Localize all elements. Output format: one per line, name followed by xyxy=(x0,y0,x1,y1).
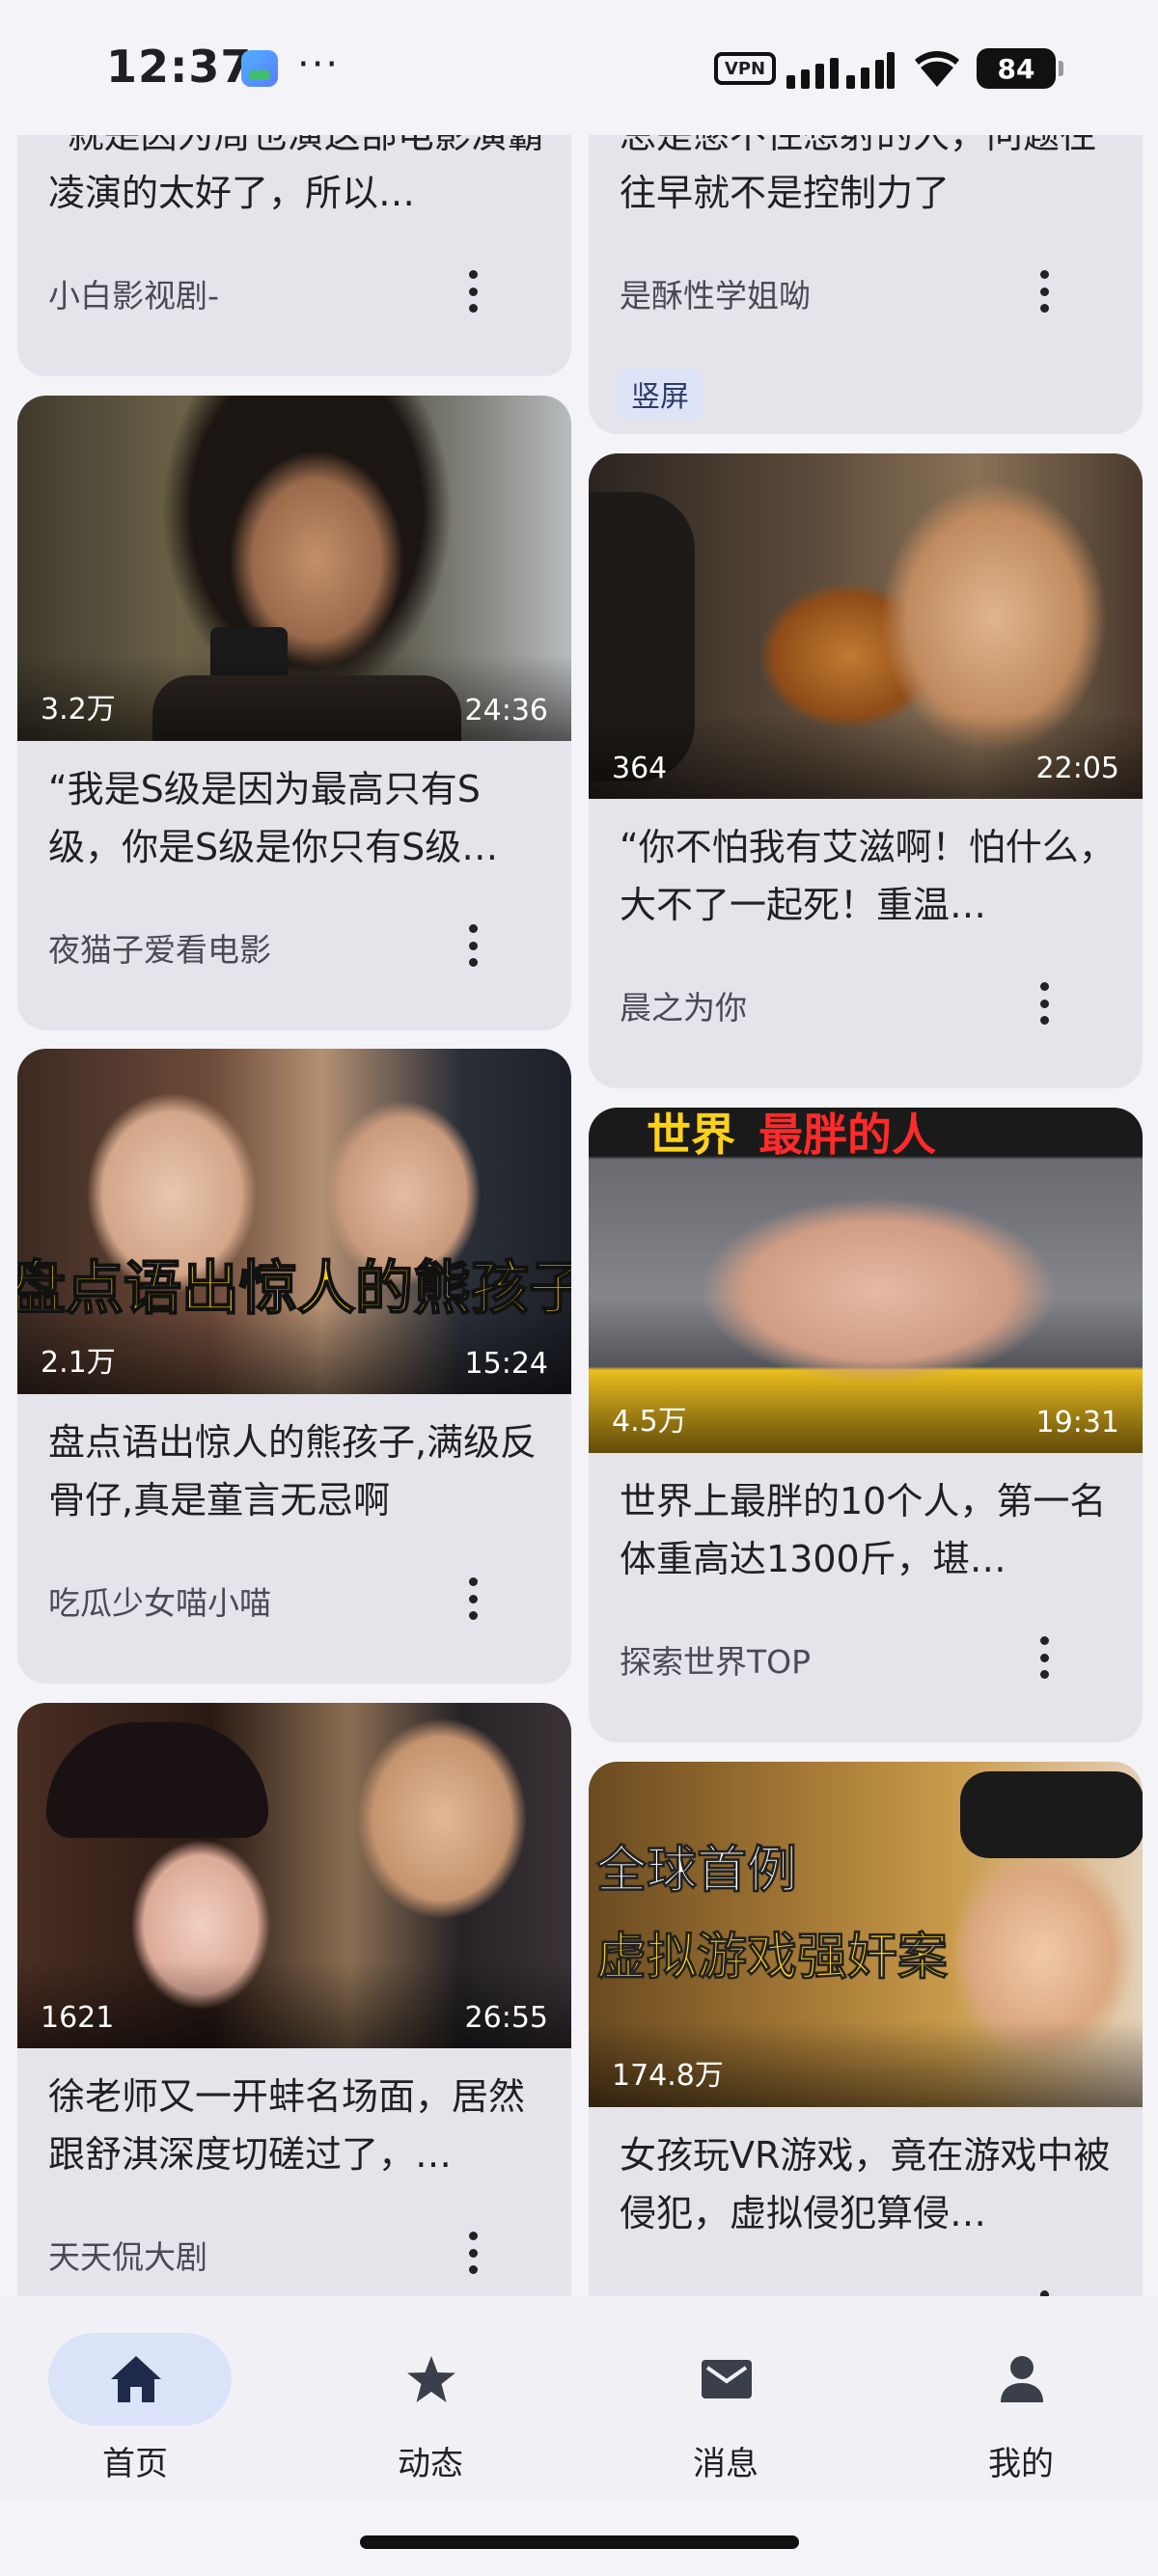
video-author[interactable]: 晨之为你 xyxy=(620,982,747,1028)
nav-label: 消息 xyxy=(693,2445,758,2483)
more-options-icon[interactable] xyxy=(461,1574,484,1624)
video-card[interactable]: 世界 最胖的人 4.5万 19:31 世界上最胖的10个人，第一名体重高达1300… xyxy=(589,1108,1143,1742)
view-count: 2.1万 xyxy=(41,1346,116,1380)
more-options-icon[interactable] xyxy=(461,266,484,316)
thumbnail-shape xyxy=(152,675,461,741)
home-icon xyxy=(111,2356,161,2402)
nav-item-messages[interactable]: 消息 xyxy=(620,2333,832,2483)
vertical-screen-tag: 竖屏 xyxy=(618,369,703,419)
more-options-icon[interactable] xyxy=(1033,978,1056,1028)
thumbnail-caption: 全球首例 xyxy=(595,1842,798,1901)
more-notifications-icon: ··· xyxy=(297,42,341,87)
home-indicator[interactable] xyxy=(360,2535,799,2549)
nav-label: 首页 xyxy=(102,2445,168,2483)
more-options-icon[interactable] xyxy=(1033,1632,1056,1683)
video-card[interactable]: 1621 26:55 徐老师又一开蚌名场面，居然跟舒淇深度切磋过了，… 天天侃大… xyxy=(17,1703,571,2296)
vpn-icon: VPN xyxy=(714,52,776,85)
video-title: 盘点语出惊人的熊孩子,满级反骨仔,真是童言无忌啊 xyxy=(48,1421,538,1521)
thumbnail-caption: 虚拟游戏强奸案 xyxy=(595,1929,949,1987)
video-title: “我是S级是因为最高只有S级，你是S级是你只有S级… xyxy=(48,768,499,868)
video-author[interactable]: 吃瓜少女喵小喵 xyxy=(48,1577,271,1624)
video-title: 世界上最胖的10个人，第一名体重高达1300斤，堪… xyxy=(620,1480,1107,1580)
video-thumbnail[interactable]: 全球首例 虚拟游戏强奸案 174.8万 xyxy=(589,1762,1143,2107)
more-options-icon[interactable] xyxy=(461,2228,484,2278)
nav-label: 动态 xyxy=(398,2445,463,2483)
person-icon xyxy=(1001,2356,1043,2402)
wifi-icon xyxy=(915,51,959,87)
battery-icon: 84 xyxy=(977,48,1063,89)
thumbnail-caption: 世界 最胖的人 xyxy=(647,1108,936,1164)
more-options-icon[interactable] xyxy=(1033,2287,1056,2296)
video-thumbnail[interactable]: 3.2万 24:36 xyxy=(17,396,571,741)
thumbnail-shape xyxy=(589,492,695,781)
video-duration: 19:31 xyxy=(1035,1406,1119,1439)
video-card[interactable]: 364 22:05 “你不怕我有艾滋啊！怕什么，大不了一起死！重温… 晨之为你 xyxy=(589,453,1143,1088)
thumbnail-shape xyxy=(46,1722,268,1838)
view-count: 4.5万 xyxy=(612,1405,687,1439)
status-time: 12:37 xyxy=(106,41,253,93)
view-count: 174.8万 xyxy=(612,2059,724,2093)
video-thumbnail[interactable]: 364 22:05 xyxy=(589,453,1143,799)
star-icon xyxy=(407,2356,455,2402)
view-count: 3.2万 xyxy=(41,693,116,726)
more-options-icon[interactable] xyxy=(461,920,484,971)
status-bar: 12:37 ··· VPN 84 xyxy=(0,0,1158,135)
thumbnail-shape xyxy=(210,627,288,741)
mail-icon xyxy=(702,2360,752,2398)
nav-label: 我的 xyxy=(988,2445,1054,2483)
video-author[interactable]: 天天侃大剧 xyxy=(48,2232,207,2278)
video-duration: 15:24 xyxy=(464,1347,548,1381)
video-title: 徐老师又一开蚌名场面，居然跟舒淇深度切磋过了，… xyxy=(48,2075,526,2176)
video-thumbnail[interactable]: 1621 26:55 xyxy=(17,1703,571,2048)
video-title: “你不怕我有艾滋啊！怕什么，大不了一起死！重温… xyxy=(620,826,1116,926)
thumbnail-caption: 盘点语出惊人的熊孩子 xyxy=(17,1254,571,1324)
caption-part: 世界 xyxy=(647,1109,735,1161)
video-thumbnail[interactable]: 盘点语出惊人的熊孩子 2.1万 15:24 xyxy=(17,1049,571,1394)
video-card[interactable]: 全球首例 虚拟游戏强奸案 174.8万 女孩玩VR游戏，竟在游戏中被侵犯，虚拟侵… xyxy=(589,1762,1143,2296)
video-title: 女孩玩VR游戏，竟在游戏中被侵犯，虚拟侵犯算侵… xyxy=(620,2134,1111,2234)
video-feed[interactable]: “就是因为周也演这部电影演霸凌演的太好了，所以… 小白影视剧- 总是憋不住想射的… xyxy=(0,0,1158,2296)
video-duration: 22:05 xyxy=(1035,752,1119,785)
nav-item-profile[interactable]: 我的 xyxy=(915,2333,1127,2483)
nav-item-home[interactable]: 首页 xyxy=(29,2333,241,2483)
bottom-navigation: 首页 动态 消息 我的 xyxy=(0,2296,1158,2499)
more-options-icon[interactable] xyxy=(1033,266,1056,316)
view-count: 1621 xyxy=(41,2001,115,2035)
video-author[interactable]: 夜猫子爱看电影 xyxy=(48,924,271,971)
video-thumbnail[interactable]: 世界 最胖的人 4.5万 19:31 xyxy=(589,1108,1143,1453)
video-author[interactable]: 是酥性学姐呦 xyxy=(620,270,811,316)
video-card[interactable]: 3.2万 24:36 “我是S级是因为最高只有S级，你是S级是你只有S级… 夜猫… xyxy=(17,396,571,1030)
video-card[interactable]: 盘点语出惊人的熊孩子 2.1万 15:24 盘点语出惊人的熊孩子,满级反骨仔,真… xyxy=(17,1049,571,1684)
video-duration: 26:55 xyxy=(464,2001,548,2035)
vr-headset-shape xyxy=(960,1771,1143,1858)
video-author[interactable]: 小白影视剧- xyxy=(48,270,219,316)
view-count: 364 xyxy=(612,752,668,785)
nav-item-feed[interactable]: 动态 xyxy=(324,2333,537,2483)
caption-part: 最胖的人 xyxy=(758,1109,936,1161)
video-duration: 24:36 xyxy=(464,694,548,727)
video-author[interactable]: 探索世界TOP xyxy=(620,1636,811,1683)
app-notification-icon xyxy=(241,50,278,87)
signal-icon xyxy=(786,52,895,89)
